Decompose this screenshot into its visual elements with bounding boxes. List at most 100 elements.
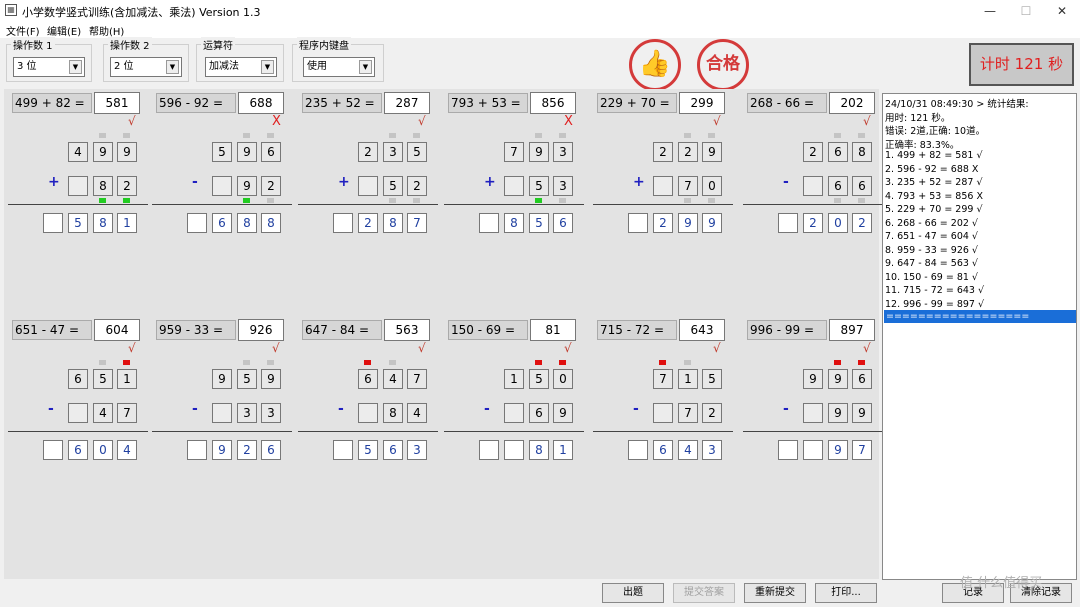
digit-box[interactable]: 0	[702, 176, 722, 196]
digit-box[interactable]: 6	[828, 142, 848, 162]
result-digit-box[interactable]	[333, 213, 353, 233]
digit-box[interactable]: 3	[261, 403, 281, 423]
digit-box[interactable]: 7	[117, 403, 137, 423]
result-digit-box[interactable]: 3	[702, 440, 722, 460]
digit-box[interactable]: 5	[383, 176, 403, 196]
result-digit-box[interactable]: 8	[93, 213, 113, 233]
digit-box[interactable]: 8	[383, 403, 403, 423]
digit-box[interactable]: 7	[407, 369, 427, 389]
result-digit-box[interactable]: 4	[678, 440, 698, 460]
digit-box[interactable]: 9	[212, 369, 232, 389]
digit-box[interactable]: 5	[702, 369, 722, 389]
digit-box[interactable]: 7	[504, 142, 524, 162]
result-digit-box[interactable]: 6	[653, 440, 673, 460]
result-digit-box[interactable]	[43, 440, 63, 460]
digit-box[interactable]	[504, 176, 524, 196]
digit-box[interactable]: 2	[358, 142, 378, 162]
digit-box[interactable]: 2	[653, 142, 673, 162]
answer-field[interactable]: 897	[829, 319, 875, 341]
digit-box[interactable]: 4	[383, 369, 403, 389]
result-digit-box[interactable]: 7	[407, 213, 427, 233]
result-digit-box[interactable]: 2	[852, 213, 872, 233]
digit-box[interactable]: 3	[237, 403, 257, 423]
digit-box[interactable]	[358, 176, 378, 196]
digit-box[interactable]: 9	[237, 176, 257, 196]
digit-box[interactable]	[653, 176, 673, 196]
operator-select[interactable]: 加减法 ▼	[205, 57, 277, 77]
result-digit-box[interactable]	[333, 440, 353, 460]
results-log[interactable]: ================== 24/10/31 08:49:30 > 统…	[882, 93, 1077, 580]
digit-box[interactable]: 3	[383, 142, 403, 162]
digit-box[interactable]: 2	[803, 142, 823, 162]
digit-box[interactable]: 5	[237, 369, 257, 389]
generate-button[interactable]: 出题	[602, 583, 664, 603]
digit-box[interactable]: 6	[68, 369, 88, 389]
submit-button[interactable]: 提交答案	[673, 583, 735, 603]
digit-box[interactable]: 5	[407, 142, 427, 162]
digit-box[interactable]: 2	[117, 176, 137, 196]
result-digit-box[interactable]: 2	[653, 213, 673, 233]
digit-box[interactable]: 9	[117, 142, 137, 162]
result-digit-box[interactable]	[43, 213, 63, 233]
result-digit-box[interactable]	[778, 440, 798, 460]
digit-box[interactable]: 9	[803, 369, 823, 389]
digit-box[interactable]: 2	[678, 142, 698, 162]
result-digit-box[interactable]: 6	[68, 440, 88, 460]
digit-box[interactable]: 8	[93, 176, 113, 196]
answer-field[interactable]: 604	[94, 319, 140, 341]
result-digit-box[interactable]: 5	[68, 213, 88, 233]
digit-box[interactable]	[68, 176, 88, 196]
digit-box[interactable]: 5	[212, 142, 232, 162]
digit-box[interactable]: 5	[529, 369, 549, 389]
result-digit-box[interactable]: 6	[553, 213, 573, 233]
digit-box[interactable]: 4	[68, 142, 88, 162]
answer-field[interactable]: 202	[829, 92, 875, 114]
minimize-button[interactable]: —	[972, 0, 1008, 22]
menu-file[interactable]: 文件(F)	[6, 23, 40, 38]
result-digit-box[interactable]: 5	[358, 440, 378, 460]
digit-box[interactable]: 3	[553, 142, 573, 162]
answer-field[interactable]: 287	[384, 92, 430, 114]
digit-box[interactable]: 6	[529, 403, 549, 423]
result-digit-box[interactable]	[479, 440, 499, 460]
digit-box[interactable]: 5	[93, 369, 113, 389]
digit-box[interactable]	[68, 403, 88, 423]
print-button[interactable]: 打印...	[815, 583, 877, 603]
result-digit-box[interactable]: 8	[237, 213, 257, 233]
result-digit-box[interactable]	[778, 213, 798, 233]
digit-box[interactable]	[504, 403, 524, 423]
result-digit-box[interactable]: 8	[383, 213, 403, 233]
result-digit-box[interactable]	[803, 440, 823, 460]
digit-box[interactable]: 9	[237, 142, 257, 162]
log-selected-line[interactable]: ==================	[884, 310, 1076, 323]
digit-box[interactable]	[212, 403, 232, 423]
digit-box[interactable]: 9	[261, 369, 281, 389]
digit-box[interactable]: 2	[261, 176, 281, 196]
keyboard-select[interactable]: 使用 ▼	[303, 57, 375, 77]
result-digit-box[interactable]: 6	[212, 213, 232, 233]
digit-box[interactable]: 0	[553, 369, 573, 389]
menu-edit[interactable]: 编辑(E)	[47, 23, 81, 38]
digit-box[interactable]: 4	[93, 403, 113, 423]
result-digit-box[interactable]: 7	[852, 440, 872, 460]
digit-box[interactable]: 9	[828, 403, 848, 423]
result-digit-box[interactable]: 1	[117, 213, 137, 233]
answer-field[interactable]: 688	[238, 92, 284, 114]
result-digit-box[interactable]: 9	[678, 213, 698, 233]
result-digit-box[interactable]: 1	[553, 440, 573, 460]
digit-box[interactable]: 1	[678, 369, 698, 389]
result-digit-box[interactable]: 8	[529, 440, 549, 460]
result-digit-box[interactable]: 6	[383, 440, 403, 460]
result-digit-box[interactable]: 0	[93, 440, 113, 460]
digit-box[interactable]	[803, 176, 823, 196]
result-digit-box[interactable]: 4	[117, 440, 137, 460]
digit-box[interactable]: 4	[407, 403, 427, 423]
answer-field[interactable]: 563	[384, 319, 430, 341]
result-digit-box[interactable]: 2	[237, 440, 257, 460]
digit-box[interactable]: 6	[358, 369, 378, 389]
menu-help[interactable]: 帮助(H)	[89, 23, 124, 38]
resubmit-button[interactable]: 重新提交	[744, 583, 806, 603]
result-digit-box[interactable]: 8	[504, 213, 524, 233]
digit-box[interactable]: 9	[553, 403, 573, 423]
result-digit-box[interactable]	[187, 213, 207, 233]
